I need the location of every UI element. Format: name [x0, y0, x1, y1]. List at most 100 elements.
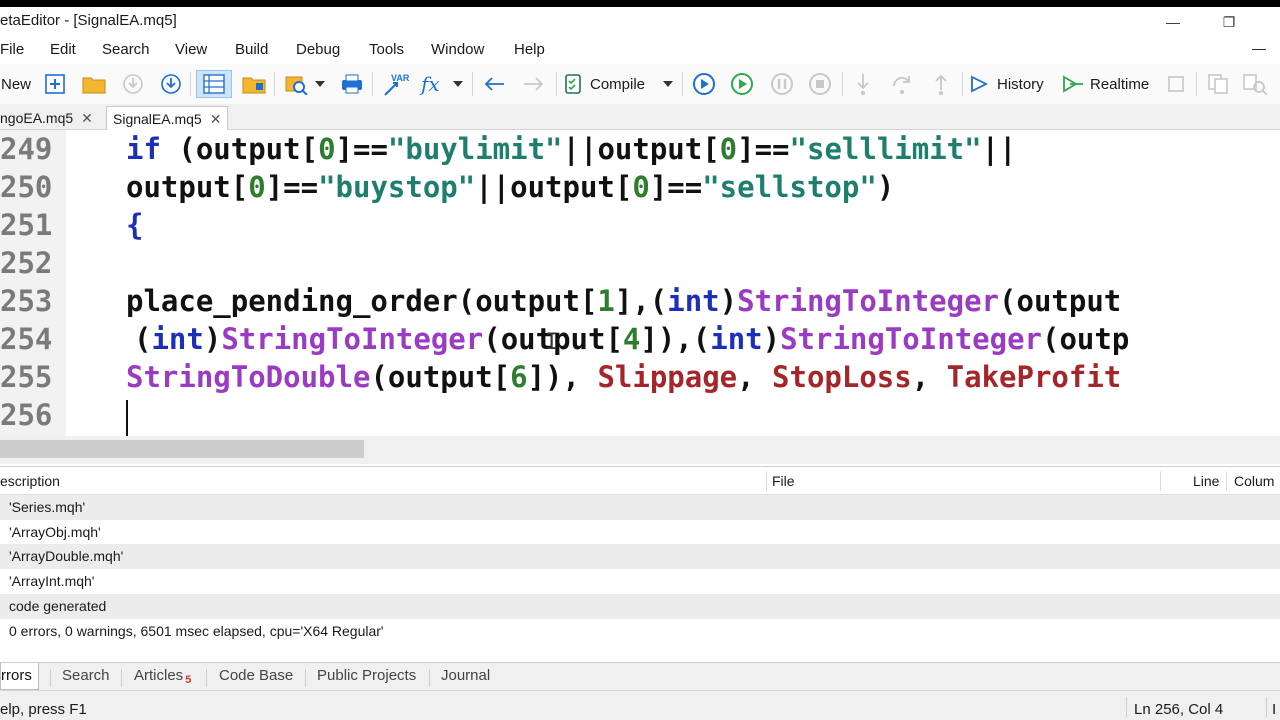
start-on-real-data-icon[interactable] [690, 70, 718, 98]
status-bar: elp, press F1 Ln 256, Col 4 I [0, 690, 1280, 720]
new-button[interactable]: New [0, 70, 32, 98]
line-number: 249 [0, 132, 53, 166]
tab-errors[interactable]: rrors [0, 663, 39, 690]
tab-label: SignalEA.mq5 [113, 111, 202, 127]
errors-table-header: escription File Line Colum [0, 467, 1280, 495]
menu-edit[interactable]: Edit [50, 41, 76, 58]
download-icon[interactable] [158, 70, 184, 98]
document-tab-bar: ngoEA.mq5 ✕ SignalEA.mq5 ✕ [0, 104, 1280, 131]
code-line-250: output[0]=="buystop"||output[0]=="sellst… [126, 170, 895, 204]
row-description: 'ArrayObj.mqh' [9, 524, 101, 540]
row-description: 'Series.mqh' [9, 499, 86, 515]
fx-label: fx [419, 72, 440, 96]
pause-icon[interactable] [768, 70, 796, 98]
back-arrow-icon[interactable] [480, 70, 508, 98]
status-cursor-position: Ln 256, Col 4 [1134, 701, 1224, 718]
save-disabled-icon[interactable] [120, 70, 146, 98]
forward-arrow-icon[interactable] [520, 70, 548, 98]
errors-panel: escription File Line Colum 'Series.mqh' … [0, 466, 1280, 662]
stop-icon[interactable] [806, 70, 834, 98]
function-dropdown-chevron-icon[interactable] [450, 70, 466, 98]
compile-icon [565, 74, 581, 94]
title-bar: etaEditor - [SignalEA.mq5] — ❐ [0, 0, 1280, 38]
menu-bar: File Edit Search View Build Debug Tools … [0, 38, 1280, 62]
menu-tools[interactable]: Tools [369, 41, 404, 58]
tab-articles[interactable]: Articles 5 [134, 667, 191, 686]
status-extra: I [1272, 701, 1277, 718]
code-line-253: place_pending_order(output[1],(int)Strin… [126, 284, 1122, 318]
close-icon[interactable]: ✕ [210, 111, 222, 128]
copy-icon[interactable] [1204, 70, 1232, 98]
code-editor[interactable]: 249 250 251 252 253 254 255 256 if (outp… [0, 130, 1280, 436]
table-row[interactable]: code generated [0, 594, 1280, 619]
mdi-minimize-button[interactable]: — [1252, 40, 1266, 56]
horizontal-scrollbar[interactable] [0, 436, 1280, 464]
menu-build[interactable]: Build [235, 41, 268, 58]
stop-test-icon[interactable] [1164, 70, 1188, 98]
line-number: 251 [0, 208, 53, 242]
table-row[interactable]: 0 errors, 0 warnings, 6501 msec elapsed,… [0, 619, 1280, 644]
restore-button[interactable]: ❐ [1206, 10, 1252, 34]
toolbox-tab-bar: rrors Search Articles 5 Code Base Public … [0, 662, 1280, 690]
compile-label: Compile [590, 75, 646, 93]
new-file-icon[interactable] [42, 70, 68, 98]
market-icon[interactable] [282, 70, 310, 98]
step-out-icon[interactable] [928, 70, 954, 98]
tab-journal[interactable]: Journal [441, 667, 490, 684]
table-row[interactable]: 'ArrayDouble.mqh' [0, 544, 1280, 569]
tab-signalea[interactable]: SignalEA.mq5 ✕ [106, 106, 229, 131]
text-caret [126, 400, 128, 436]
minimize-button[interactable]: — [1150, 10, 1196, 34]
var-label: VAR [391, 73, 409, 83]
step-into-icon[interactable] [850, 70, 876, 98]
column-line[interactable]: Line [1193, 473, 1219, 489]
close-icon[interactable]: ✕ [81, 110, 93, 127]
column-description[interactable]: escription [0, 473, 60, 489]
tab-ngoea[interactable]: ngoEA.mq5 ✕ [0, 106, 99, 130]
print-icon[interactable] [338, 70, 366, 98]
tab-articles-label: Articles [134, 667, 184, 684]
screen-top-band [0, 0, 1280, 7]
menu-search[interactable]: Search [102, 41, 150, 58]
line-number: 255 [0, 360, 53, 394]
line-number: 253 [0, 284, 53, 318]
open-folder-icon[interactable] [80, 70, 108, 98]
table-row[interactable]: 'ArrayObj.mqh' [0, 520, 1280, 545]
realtime-button[interactable]: Realtime [1062, 70, 1154, 98]
code-line-251: { [126, 208, 144, 242]
menu-window[interactable]: Window [431, 41, 484, 58]
menu-help[interactable]: Help [514, 41, 545, 58]
compile-button[interactable]: Compile [562, 70, 658, 98]
navigator-toggle-icon[interactable] [196, 70, 232, 98]
table-row[interactable]: 'ArrayInt.mqh' [0, 569, 1280, 594]
status-help-text: elp, press F1 [0, 701, 87, 718]
insert-variable-icon[interactable]: VAR [380, 70, 410, 98]
menu-view[interactable]: View [175, 41, 207, 58]
compile-dropdown-chevron-icon[interactable] [660, 70, 676, 98]
row-description: 'ArrayDouble.mqh' [9, 548, 124, 564]
start-on-history-icon[interactable] [728, 70, 756, 98]
scrollbar-thumb[interactable] [0, 440, 364, 458]
code-line-255: StringToDouble(output[6]), Slippage, Sto… [126, 360, 1122, 394]
compare-icon[interactable] [1240, 70, 1270, 98]
history-label: History [997, 75, 1044, 93]
row-description: code generated [9, 598, 107, 614]
column-column[interactable]: Colum [1234, 473, 1274, 489]
history-button[interactable]: History [970, 70, 1052, 98]
realtime-icon [1063, 75, 1083, 93]
tab-search[interactable]: Search [62, 667, 110, 684]
tab-public-projects[interactable]: Public Projects [317, 667, 416, 684]
market-dropdown-chevron-icon[interactable] [312, 70, 328, 98]
column-file[interactable]: File [772, 473, 795, 489]
code-line-254: (int)StringToInteger(output[4]),(int)Str… [134, 322, 1130, 356]
tab-code-base[interactable]: Code Base [219, 667, 293, 684]
line-number: 252 [0, 246, 53, 280]
menu-debug[interactable]: Debug [296, 41, 340, 58]
line-number: 250 [0, 170, 53, 204]
project-folder-icon[interactable] [240, 70, 268, 98]
menu-file[interactable]: File [0, 41, 24, 58]
table-row[interactable]: 'Series.mqh' [0, 495, 1280, 520]
tab-label: ngoEA.mq5 [0, 110, 74, 126]
step-over-icon[interactable] [888, 70, 916, 98]
insert-function-icon[interactable]: fx [418, 70, 448, 98]
